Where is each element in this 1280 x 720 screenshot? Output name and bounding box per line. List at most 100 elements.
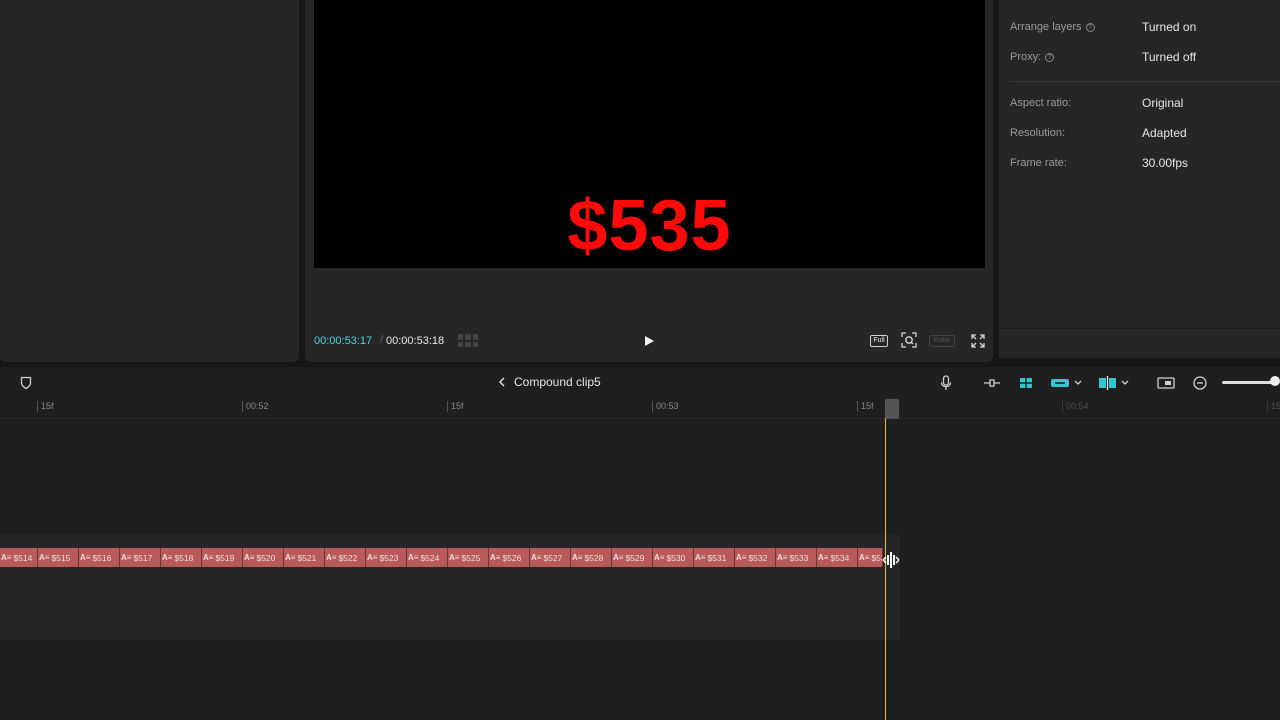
help-icon[interactable]: ? xyxy=(1085,22,1095,32)
text-clip[interactable]: A≡ $521 xyxy=(284,548,325,567)
text-clip-label: $524 xyxy=(420,552,440,563)
property-label: Frame rate: xyxy=(1010,157,1067,169)
ruler-label: 00:52 xyxy=(242,401,269,412)
preview-axis-icon[interactable] xyxy=(1098,375,1132,391)
text-clip-label: $515 xyxy=(51,552,71,563)
property-value[interactable]: Original xyxy=(1142,96,1183,110)
property-arrange-layers: Arrange layers? Turned on xyxy=(1010,18,1280,38)
text-clip[interactable]: A≡ $528 xyxy=(571,548,612,567)
text-clip[interactable]: A≡ $529 xyxy=(612,548,653,567)
text-clip-label: $526 xyxy=(502,552,522,563)
text-clip-icon: A≡ xyxy=(408,553,419,562)
picture-in-picture-icon[interactable] xyxy=(1157,375,1175,391)
text-clip-icon: A≡ xyxy=(1,553,12,562)
zoom-fit-icon[interactable] xyxy=(901,332,917,348)
help-icon[interactable]: ? xyxy=(1045,52,1055,62)
text-clip[interactable]: A≡ $520 xyxy=(243,548,284,567)
text-clip[interactable]: A≡ $533 xyxy=(776,548,817,567)
divider xyxy=(1010,81,1280,82)
text-clip[interactable]: A≡ $514 xyxy=(0,548,38,567)
play-icon[interactable] xyxy=(643,335,655,347)
text-clip-icon: A≡ xyxy=(818,553,829,562)
text-clip-label: $518 xyxy=(174,552,194,563)
text-clip-label: $521 xyxy=(297,552,317,563)
properties-panel: Arrange layers? Turned on Proxy:? Turned… xyxy=(999,0,1280,358)
text-clip[interactable]: A≡ $526 xyxy=(489,548,530,567)
text-clip-label: $519 xyxy=(215,552,235,563)
preview-canvas[interactable]: $535 xyxy=(314,0,985,268)
property-frame-rate: Frame rate: 30.00fps xyxy=(1010,154,1280,174)
text-clip[interactable]: A≡ $532 xyxy=(735,548,776,567)
text-clip-icon: A≡ xyxy=(162,553,173,562)
ruler-label: 15 xyxy=(1267,401,1280,412)
resize-cursor-icon xyxy=(882,552,900,568)
text-clip[interactable]: A≡ $518 xyxy=(161,548,202,567)
breadcrumb[interactable]: Compound clip5 xyxy=(498,375,601,389)
text-clip[interactable]: A≡ $524 xyxy=(407,548,448,567)
playhead-handle[interactable] xyxy=(885,399,899,419)
text-clip[interactable]: A≡ $523 xyxy=(366,548,407,567)
text-clip-label: $525 xyxy=(461,552,481,563)
text-clip-icon: A≡ xyxy=(613,553,624,562)
text-clip[interactable]: A≡ $525 xyxy=(448,548,489,567)
text-clip-label: $530 xyxy=(666,552,686,563)
text-clip[interactable]: A≡ $519 xyxy=(202,548,243,567)
chevron-left-icon[interactable] xyxy=(498,377,506,387)
text-clip[interactable]: A≡ $531 xyxy=(694,548,735,567)
text-clip[interactable]: A≡ $517 xyxy=(120,548,161,567)
text-clip-icon: A≡ xyxy=(859,553,870,562)
property-label: Arrange layers xyxy=(1010,21,1082,33)
property-value[interactable]: Turned on xyxy=(1142,20,1196,34)
text-clip[interactable]: A≡ $522 xyxy=(325,548,366,567)
breadcrumb-title: Compound clip5 xyxy=(514,375,601,389)
text-clip-label: $520 xyxy=(256,552,276,563)
text-clip-icon: A≡ xyxy=(285,553,296,562)
ratio-button[interactable]: Ratio xyxy=(929,335,955,347)
player-panel: $535 00:00:53:17 / 00:00:53:18 Full Rati… xyxy=(305,0,993,362)
text-clip-label: $529 xyxy=(625,552,645,563)
text-clip[interactable]: A≡ $530 xyxy=(653,548,694,567)
text-clip-icon: A≡ xyxy=(777,553,788,562)
property-label: Aspect ratio: xyxy=(1010,97,1072,109)
property-aspect-ratio: Aspect ratio: Original xyxy=(1010,94,1280,114)
link-icon[interactable] xyxy=(983,375,1001,391)
shield-icon[interactable] xyxy=(20,376,32,390)
text-clip-label: $523 xyxy=(379,552,399,563)
text-clip-icon: A≡ xyxy=(326,553,337,562)
grid-icon[interactable] xyxy=(458,334,478,347)
fullscreen-icon[interactable] xyxy=(971,334,985,348)
text-clip-icon: A≡ xyxy=(121,553,132,562)
property-proxy: Proxy:? Turned off xyxy=(1010,48,1280,68)
microphone-icon[interactable] xyxy=(940,375,952,391)
zoom-slider[interactable] xyxy=(1222,381,1274,384)
full-quality-button[interactable]: Full xyxy=(870,335,888,347)
linkage-icon[interactable] xyxy=(1050,375,1082,391)
text-clip[interactable]: A≡ $527 xyxy=(530,548,571,567)
preview-text: $535 xyxy=(567,186,732,266)
property-value[interactable]: Adapted xyxy=(1142,126,1187,140)
text-clip-label: $528 xyxy=(584,552,604,563)
timecode-current: 00:00:53:17 xyxy=(314,335,373,347)
property-value[interactable]: 30.00fps xyxy=(1142,156,1188,170)
magnet-snap-icon[interactable] xyxy=(1016,375,1036,391)
ruler-label: 15f xyxy=(447,401,464,412)
property-label: Proxy: xyxy=(1010,51,1042,63)
zoom-out-icon[interactable] xyxy=(1192,375,1208,391)
text-clip[interactable]: A≡ $534 xyxy=(817,548,858,567)
timeline-toolbar: Compound clip5 xyxy=(0,367,1280,399)
text-clip-icon: A≡ xyxy=(736,553,747,562)
text-clip-label: $534 xyxy=(830,552,850,563)
media-panel xyxy=(0,0,299,362)
text-clip-label: $517 xyxy=(133,552,153,563)
player-controls: 00:00:53:17 / 00:00:53:18 Full Ratio xyxy=(305,330,993,352)
zoom-slider-knob[interactable] xyxy=(1270,376,1280,386)
text-clip-track: A≡ $514 A≡ $515 A≡ $516 A≡ $517 A≡ $518 A≡ $519 A≡ $5… xyxy=(0,548,900,567)
text-clip-icon: A≡ xyxy=(449,553,460,562)
text-clip-icon: A≡ xyxy=(695,553,706,562)
text-clip[interactable]: A≡ $516 xyxy=(79,548,120,567)
text-clip-label: $516 xyxy=(92,552,112,563)
timeline-ruler[interactable]: 15f 00:52 15f 00:53 15f 00:54 15 xyxy=(0,399,1280,419)
text-clip[interactable]: A≡ $515 xyxy=(38,548,79,567)
timecode-separator: / xyxy=(380,334,384,346)
property-value[interactable]: Turned off xyxy=(1142,50,1196,64)
